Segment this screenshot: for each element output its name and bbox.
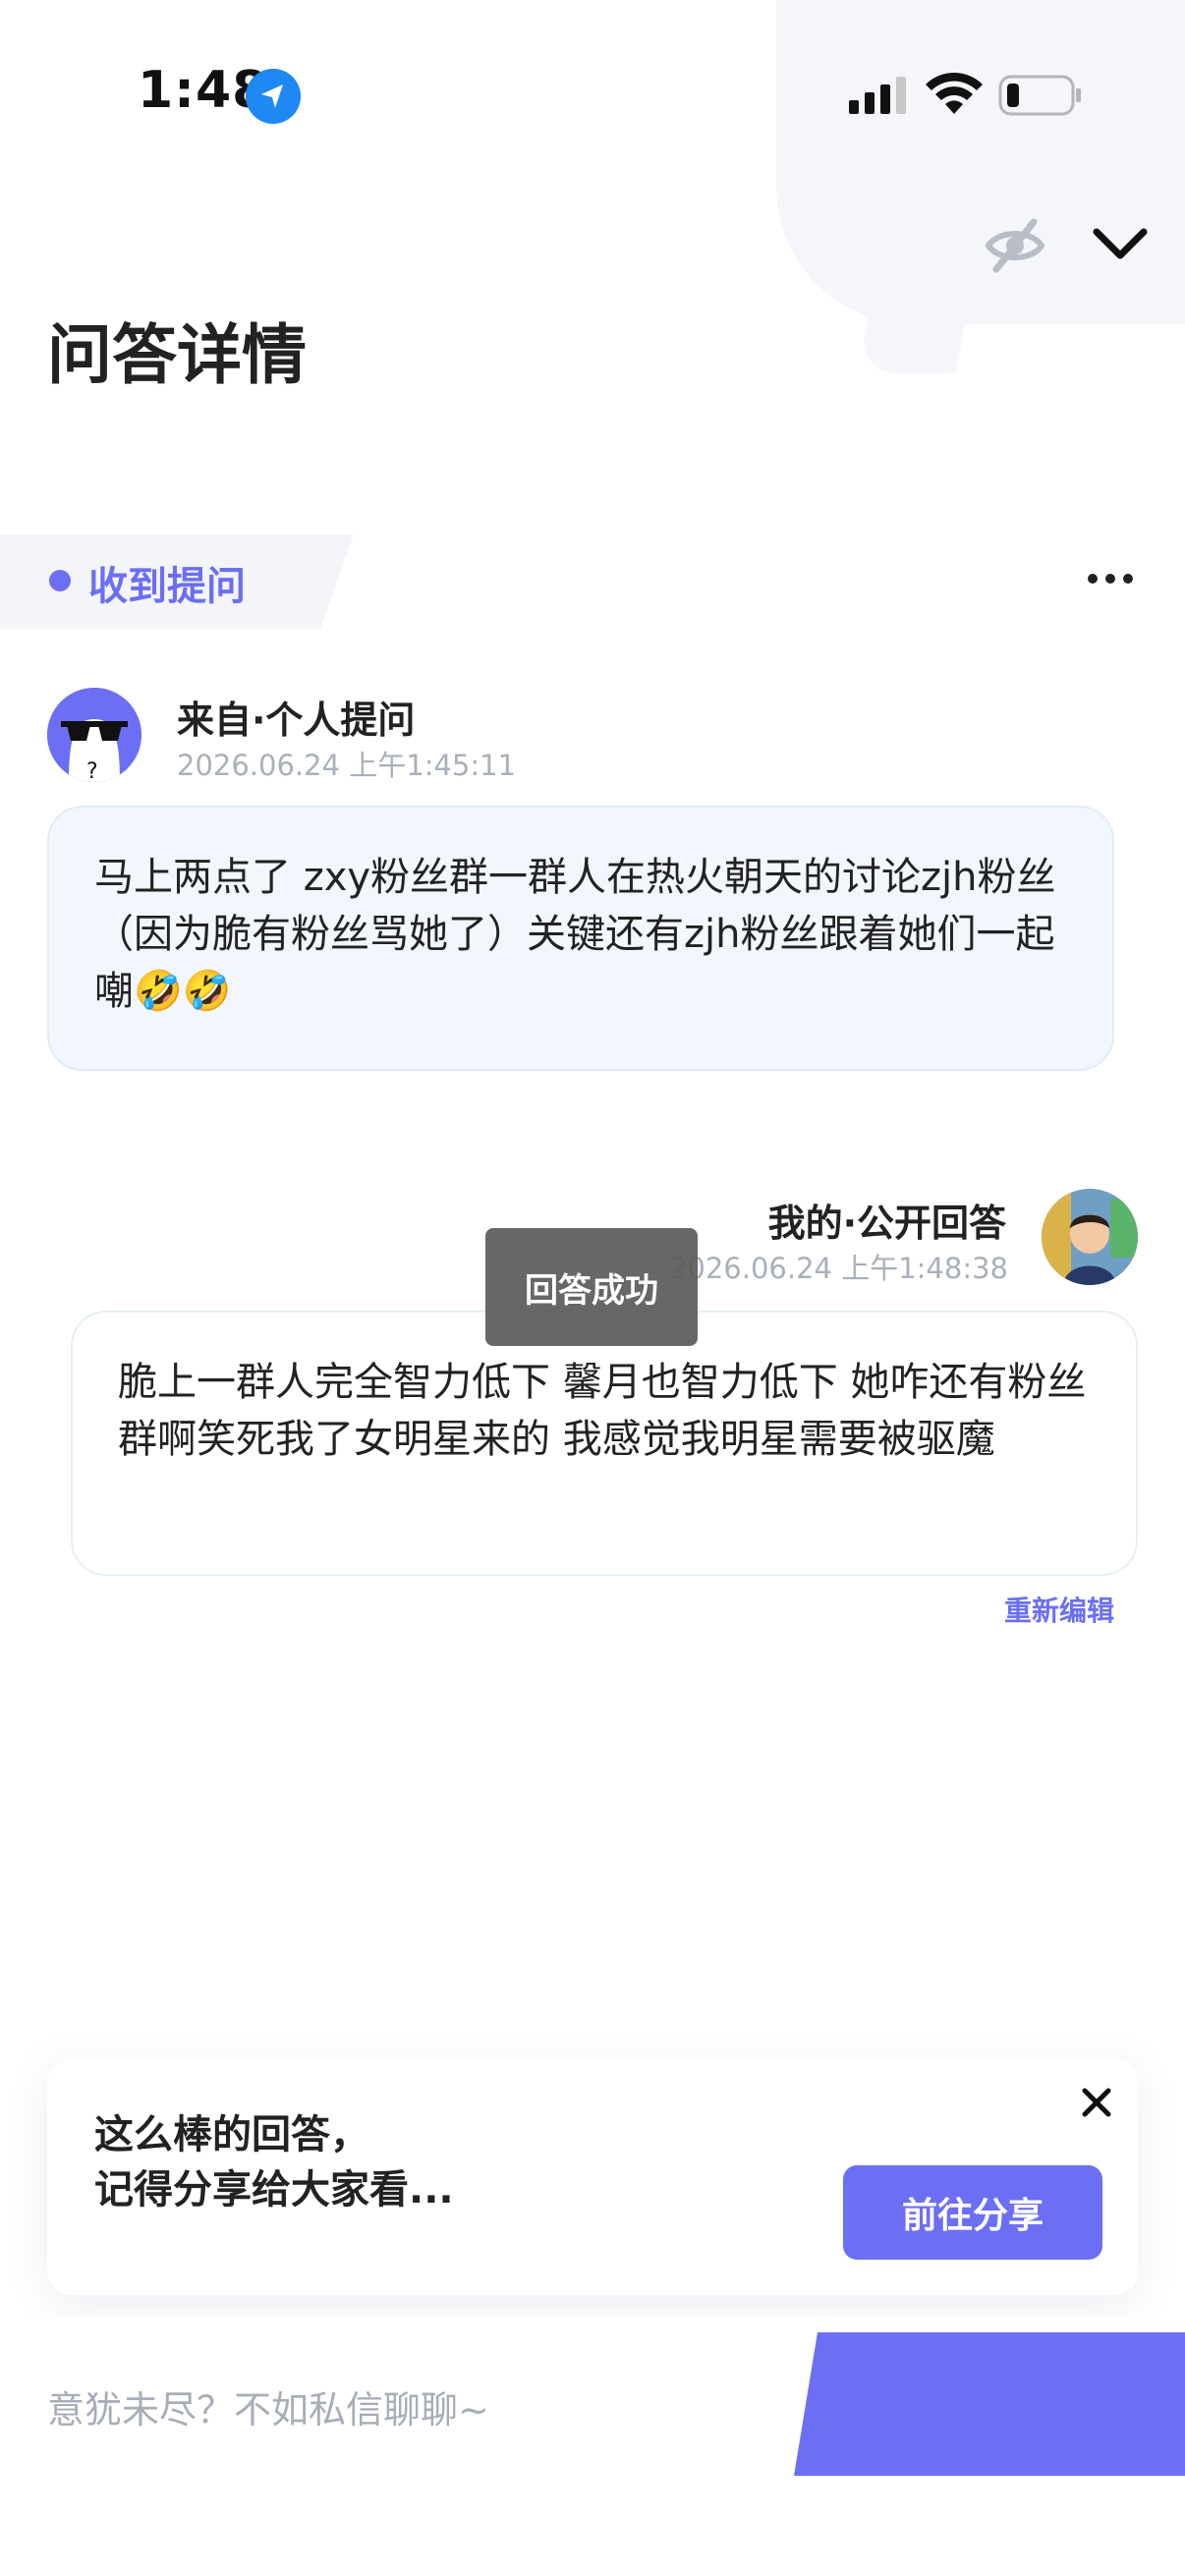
reedit-link[interactable]: 重新编辑 xyxy=(1004,1590,1114,1629)
chevron-down-icon[interactable] xyxy=(1091,224,1150,263)
eye-off-icon[interactable] xyxy=(985,218,1045,273)
decorative-bubble-tail xyxy=(857,295,971,373)
answer-timestamp: 2026.06.24 上午1:48:38 xyxy=(668,1252,1008,1285)
answer-text: 脆上一群人完全智力低下 馨月也智力低下 她咋还有粉丝群啊笑死我了女明星来的 我感… xyxy=(71,1311,1138,1576)
question-text: 马上两点了 zxy粉丝群一群人在热火朝天的讨论zjh粉丝 （因为脆有粉丝骂她了）… xyxy=(47,806,1114,1071)
cellular-signal-icon xyxy=(849,77,906,114)
page-title: 问答详情 xyxy=(47,317,307,393)
share-prompt-line1: 这么棒的回答， xyxy=(94,2112,369,2157)
share-prompt-line2: 记得分享给大家看... xyxy=(94,2167,454,2212)
share-button[interactable]: 前往分享 xyxy=(843,2165,1102,2260)
tag-dot xyxy=(49,570,71,591)
question-timestamp: 2026.06.24 上午1:45:11 xyxy=(177,749,517,782)
question-source: 来自·个人提问 xyxy=(177,699,416,742)
more-icon[interactable] xyxy=(1081,564,1140,593)
close-icon[interactable] xyxy=(1077,2083,1116,2122)
svg-text:?: ? xyxy=(86,759,98,782)
battery-icon xyxy=(998,75,1081,116)
wifi-icon xyxy=(926,72,983,114)
private-message-prompt[interactable]: 意犹未尽？不如私信聊聊~ xyxy=(47,2380,489,2434)
location-arrow-icon xyxy=(246,69,301,124)
message-button[interactable] xyxy=(794,2332,1185,2476)
answerer-avatar[interactable] xyxy=(1042,1189,1138,1285)
answer-source: 我的·公开回答 xyxy=(767,1202,1006,1245)
tag-label: 收到提问 xyxy=(88,564,246,609)
asker-avatar[interactable]: ? xyxy=(47,688,141,782)
success-toast: 回答成功 xyxy=(485,1228,698,1346)
decorative-bubble xyxy=(776,0,1185,324)
